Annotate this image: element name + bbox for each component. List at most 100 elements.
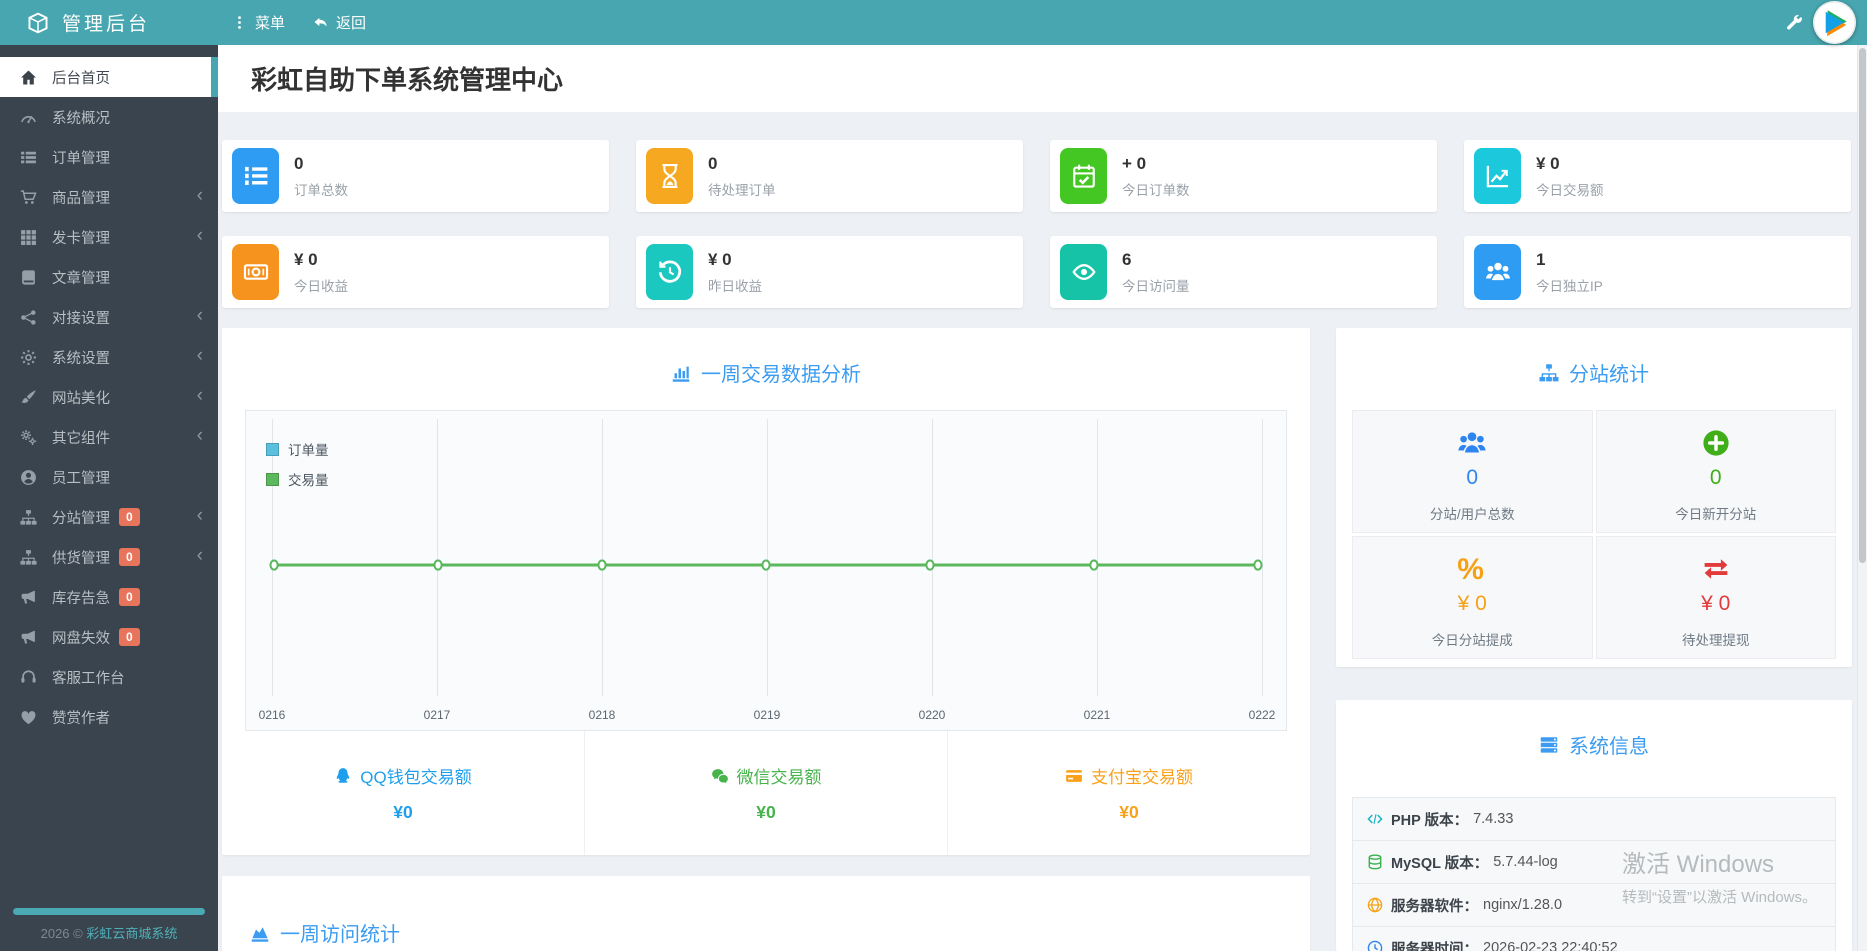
- sidebar-item-articles[interactable]: 文章管理: [0, 257, 218, 297]
- stat-label: 今日收益: [294, 278, 348, 294]
- stat-value: 0: [708, 153, 718, 173]
- stat-card-today-income[interactable]: ¥ 0 今日收益: [222, 236, 609, 308]
- sidebar-item-cards[interactable]: 发卡管理 ‹: [0, 217, 218, 257]
- stat-icon-box: [232, 148, 279, 204]
- sidebar-item-staff[interactable]: 员工管理: [0, 457, 218, 497]
- sidebar-item-label: 系统概况: [52, 110, 110, 127]
- item-badge: 0: [119, 587, 140, 607]
- sidebar-item-donate[interactable]: 赞赏作者: [0, 697, 218, 737]
- stat-card-today-orders[interactable]: + 0 今日订单数: [1050, 140, 1437, 212]
- page-title: 彩虹自助下单系统管理中心: [251, 65, 564, 95]
- reply-icon: [313, 15, 328, 30]
- sysinfo-row-server-time: 服务器时间： 2026-02-23 22:40:52: [1353, 927, 1835, 951]
- wrench-icon[interactable]: [1786, 14, 1803, 31]
- home-icon: [20, 69, 37, 86]
- tile-value: ¥ 0: [1701, 592, 1731, 615]
- sidebar-item-api[interactable]: 对接设置 ‹: [0, 297, 218, 337]
- legend-item: 订单量: [266, 439, 329, 459]
- payment-label: 微信交易额: [585, 763, 947, 788]
- tile-value: ¥ 0: [1457, 592, 1487, 615]
- sidebar-scroll-indicator[interactable]: [13, 908, 205, 915]
- server-icon: [1539, 735, 1559, 755]
- stat-value: ¥ 0: [1536, 153, 1560, 173]
- stat-label: 昨日收益: [708, 278, 762, 294]
- sidebar-item-stock-alert[interactable]: 库存告急 0: [0, 577, 218, 617]
- tile-label: 今日分站提成: [1431, 633, 1513, 648]
- sysinfo-row-value: nginx/1.28.0: [1483, 897, 1563, 913]
- eye-icon: [1071, 259, 1097, 285]
- sidebar-item-orders[interactable]: 订单管理: [0, 137, 218, 177]
- sysinfo-row-server-software: 服务器软件： nginx/1.28.0: [1353, 884, 1835, 927]
- tile-label: 待处理提现: [1682, 633, 1750, 648]
- sidebar-item-branches[interactable]: 分站管理 0 ‹: [0, 497, 218, 537]
- chart-line-icon: [1485, 163, 1511, 189]
- sysinfo-row-value: 5.7.44-log: [1493, 854, 1558, 870]
- back-button[interactable]: 返回: [313, 12, 366, 33]
- legend-label: 订单量: [288, 443, 329, 458]
- sysinfo-row-value: 7.4.33: [1473, 811, 1514, 827]
- branch-tile-commission[interactable]: % ¥ 0 今日分站提成: [1352, 536, 1593, 659]
- payment-value: ¥0: [756, 802, 776, 822]
- area-chart-icon: [250, 923, 270, 943]
- tile-value: 0: [1466, 466, 1479, 489]
- sidebar-item-components[interactable]: 其它组件 ‹: [0, 417, 218, 457]
- sidebar-item-products[interactable]: 商品管理 ‹: [0, 177, 218, 217]
- stat-icon-box: [1060, 244, 1107, 300]
- sidebar-item-label: 发卡管理: [52, 230, 110, 247]
- branch-panel: 分站统计 0 分站/用户总数 0 今日新开分站% ¥ 0 今日分站提成 ¥ 0 待处理提现: [1336, 328, 1852, 667]
- sidebar-item-service[interactable]: 客服工作台: [0, 657, 218, 697]
- stat-card-today-visits[interactable]: 6 今日访问量: [1050, 236, 1437, 308]
- stat-value: + 0: [1122, 153, 1147, 173]
- stat-card-yesterday-income[interactable]: ¥ 0 昨日收益: [636, 236, 1023, 308]
- branch-tile-new-branches[interactable]: 0 今日新开分站: [1595, 410, 1836, 533]
- payment-label: QQ钱包交易额: [222, 763, 584, 788]
- sysinfo-panel: 系统信息 PHP 版本： 7.4.33 MySQL 版本： 5.7.44-log 服务器…: [1336, 700, 1852, 951]
- sidebar-item-netdisk[interactable]: 网盘失效 0: [0, 617, 218, 657]
- branch-tile-total-users[interactable]: 0 分站/用户总数: [1352, 410, 1593, 533]
- users-icon: [1485, 259, 1511, 285]
- payment-value: ¥0: [393, 802, 413, 822]
- stat-icon-box: [232, 244, 279, 300]
- cogs-icon: [20, 429, 37, 446]
- bullhorn-icon: [20, 589, 37, 606]
- stat-text: 0 订单总数: [294, 154, 348, 199]
- branch-tile-withdraw[interactable]: ¥ 0 待处理提现: [1595, 536, 1836, 659]
- stat-card-pending-orders[interactable]: 0 待处理订单: [636, 140, 1023, 212]
- menu-button[interactable]: 菜单: [232, 12, 285, 33]
- sidebar-footer: 2026 © 彩虹云商城系统: [0, 923, 218, 942]
- stat-label: 今日访问量: [1122, 278, 1190, 294]
- chart-legend: 订单量 交易量: [266, 439, 329, 499]
- sidebar-item-supply[interactable]: 供货管理 0 ‹: [0, 537, 218, 577]
- qq-icon: [334, 767, 352, 785]
- sidebar-item-beautify[interactable]: 网站美化 ‹: [0, 377, 218, 417]
- stat-card-today-volume[interactable]: ¥ 0 今日交易额: [1464, 140, 1851, 212]
- stat-card-today-ips[interactable]: 1 今日独立IP: [1464, 236, 1851, 308]
- legend-swatch: [266, 442, 279, 456]
- chart-line: [269, 559, 1263, 571]
- sidebar-item-home[interactable]: 后台首页: [0, 57, 218, 97]
- branch-panel-title-text: 分站统计: [1569, 364, 1649, 386]
- hourglass-icon: [657, 163, 683, 189]
- database-icon: [1367, 854, 1383, 870]
- history-icon: [657, 259, 683, 285]
- scrollbar-thumb[interactable]: [1859, 48, 1866, 563]
- stat-icon-box: [1060, 148, 1107, 204]
- sidebar-item-label: 后台首页: [52, 70, 110, 87]
- app-logo[interactable]: [1813, 1, 1856, 44]
- sysinfo-row-label: PHP 版本：: [1391, 812, 1469, 829]
- globe-icon: [1367, 897, 1383, 913]
- legend-label: 交易量: [288, 473, 329, 488]
- title-band: 彩虹自助下单系统管理中心: [218, 45, 1867, 112]
- exchange-icon: [1597, 553, 1836, 585]
- stat-label: 今日独立IP: [1536, 278, 1603, 294]
- footer-brand-link[interactable]: 彩虹云商城系统: [86, 926, 177, 941]
- sidebar-item-overview[interactable]: 系统概况: [0, 97, 218, 137]
- sidebar-item-label: 网盘失效: [52, 630, 110, 647]
- sidebar-item-label: 订单管理: [52, 150, 110, 167]
- stat-card-orders-total[interactable]: 0 订单总数: [222, 140, 609, 212]
- sidebar-item-settings[interactable]: 系统设置 ‹: [0, 337, 218, 377]
- chevron-left-icon: ‹: [196, 184, 203, 206]
- cart-icon: [20, 189, 37, 206]
- stat-text: 6 今日访问量: [1122, 250, 1190, 295]
- sysinfo-row-label: 服务器软件：: [1391, 898, 1478, 915]
